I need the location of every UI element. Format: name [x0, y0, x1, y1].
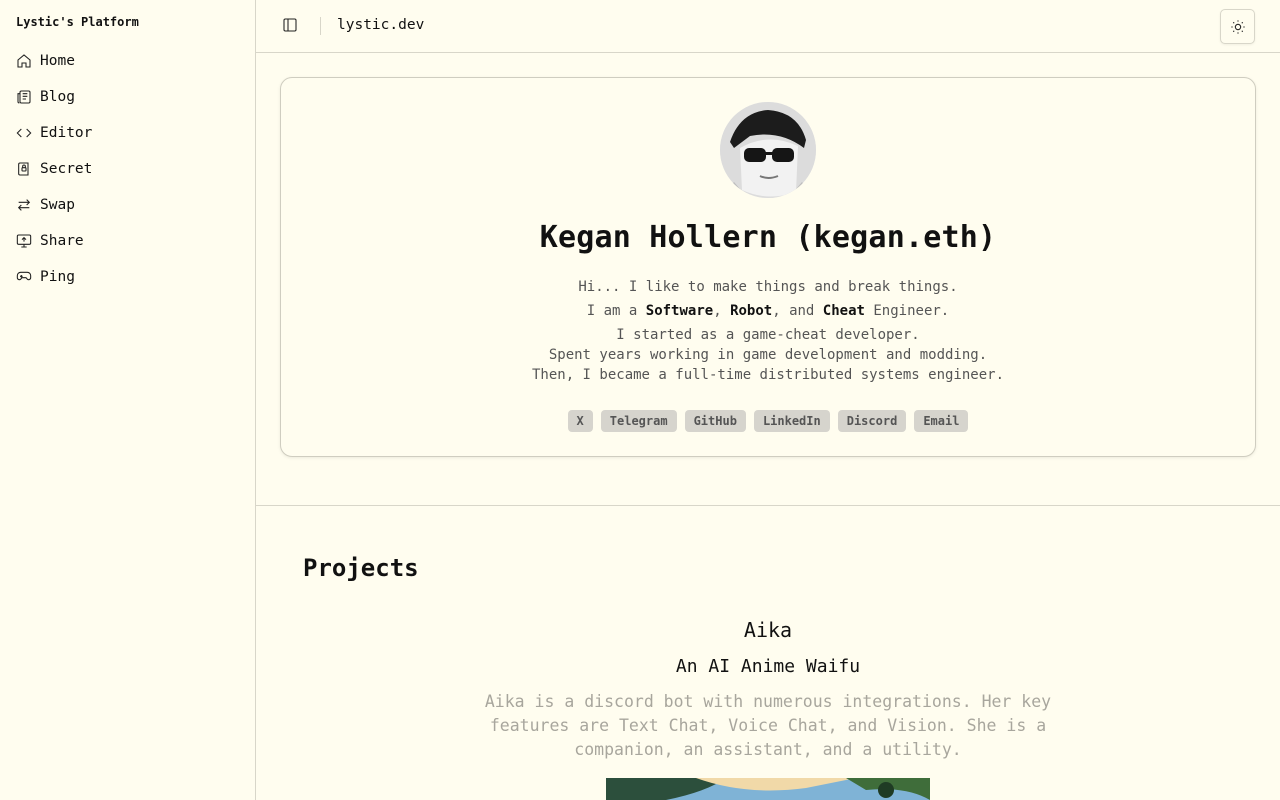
project-image — [606, 778, 930, 800]
bio-line-3: I started as a game-cheat developer. — [616, 327, 920, 343]
link-telegram[interactable]: Telegram — [600, 410, 677, 432]
sidebar-item-label: Ping — [40, 269, 75, 285]
project-description: Aika is a discord bot with numerous inte… — [484, 692, 1052, 759]
newspaper-icon — [17, 90, 31, 104]
avatar — [720, 102, 816, 198]
bio-line-1: Hi... I like to make things and break th… — [578, 279, 958, 295]
section-divider — [256, 505, 1280, 506]
sidebar-item-label: Editor — [40, 125, 93, 141]
profile-name: Kegan Hollern (kegan.eth) — [539, 220, 997, 255]
project-tagline: An AI Anime Waifu — [675, 656, 861, 677]
bio-highlight: Robot — [730, 303, 773, 319]
sidebar-nav: Home Blog Editor Secret Swap Share Ping — [16, 43, 92, 295]
sidebar-item-editor[interactable]: Editor — [16, 115, 92, 151]
sidebar-item-home[interactable]: Home — [16, 43, 92, 79]
sidebar: Lystic's Platform Home Blog Editor Secre… — [0, 0, 256, 800]
sidebar-item-label: Home — [40, 53, 75, 69]
monitor-upload-icon — [16, 234, 32, 248]
link-email[interactable]: Email — [914, 410, 969, 432]
top-bar: lystic.dev — [256, 0, 1280, 53]
sidebar-toggle-button[interactable] — [282, 17, 298, 33]
header-separator — [320, 17, 321, 35]
brand-title: Lystic's Platform — [16, 15, 139, 29]
profile-card: Kegan Hollern (kegan.eth) Hi... I like t… — [280, 77, 1256, 457]
bio-highlight: Cheat — [822, 303, 865, 319]
bio-line-2: I am a Software, Robot, and Cheat Engine… — [281, 303, 1255, 319]
sidebar-item-label: Swap — [40, 197, 75, 213]
site-title: lystic.dev — [337, 17, 425, 33]
bio-text: I am a — [586, 303, 646, 319]
sidebar-item-label: Share — [40, 233, 84, 249]
panel-left-icon — [283, 18, 297, 32]
link-linkedin[interactable]: LinkedIn — [753, 410, 830, 432]
bio-text: Engineer. — [864, 303, 950, 319]
social-links: X Telegram GitHub LinkedIn Discord Email — [281, 410, 1255, 432]
gamepad-icon — [16, 271, 32, 281]
bio-text: , and — [772, 303, 823, 319]
sidebar-item-label: Secret — [40, 161, 93, 177]
sidebar-item-swap[interactable]: Swap — [16, 187, 92, 223]
sidebar-item-blog[interactable]: Blog — [16, 79, 92, 115]
link-x[interactable]: X — [567, 410, 593, 432]
sidebar-item-share[interactable]: Share — [16, 223, 92, 259]
notebook-lock-icon — [18, 162, 29, 176]
sidebar-item-label: Blog — [40, 89, 75, 105]
link-discord[interactable]: Discord — [837, 410, 907, 432]
bio-line-5: Then, I became a full-time distributed s… — [531, 367, 1004, 383]
project-name: Aika — [743, 618, 793, 642]
bio-text: , — [713, 303, 731, 319]
home-icon — [17, 54, 31, 68]
code-icon — [16, 128, 32, 138]
projects-heading: Projects — [303, 554, 419, 582]
sidebar-item-secret[interactable]: Secret — [16, 151, 92, 187]
bio-highlight: Software — [645, 303, 714, 319]
sun-icon — [1230, 19, 1245, 34]
bio-line-4: Spent years working in game development … — [548, 347, 988, 363]
arrows-swap-icon — [17, 199, 31, 211]
link-github[interactable]: GitHub — [684, 410, 746, 432]
sidebar-item-ping[interactable]: Ping — [16, 259, 92, 295]
theme-toggle-button[interactable] — [1220, 9, 1255, 44]
